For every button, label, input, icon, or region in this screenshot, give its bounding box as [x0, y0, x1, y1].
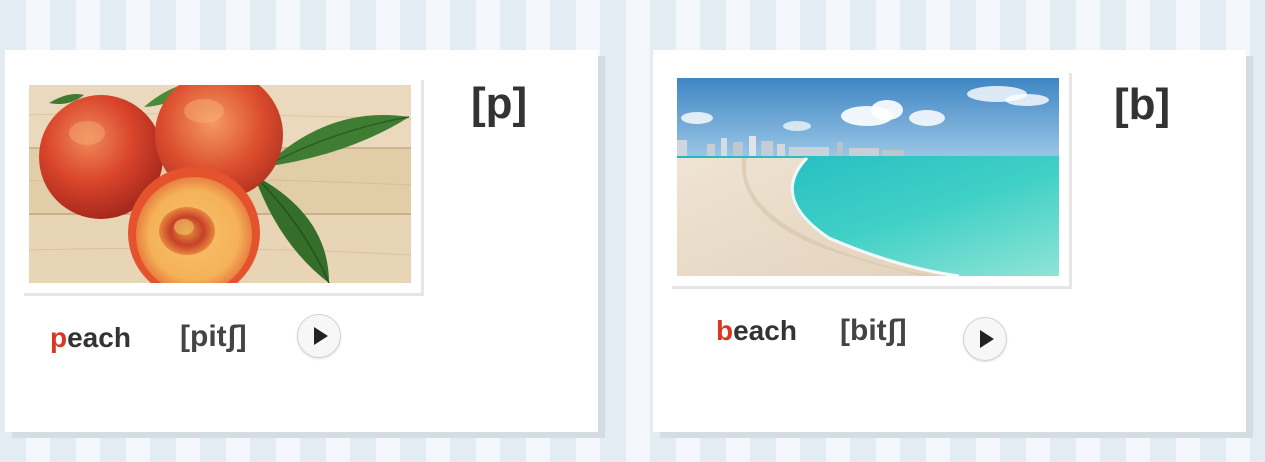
play-audio-button[interactable]: [963, 317, 1007, 361]
phoneme-label: [b]: [1114, 80, 1171, 129]
play-audio-button[interactable]: [297, 314, 341, 358]
word-first-letter: p: [50, 322, 68, 353]
word-first-letter: b: [716, 315, 734, 346]
ipa-transcription: [bitʃ]: [840, 314, 907, 347]
word-label: peach: [50, 324, 131, 352]
phoneme-label: [p]: [471, 79, 528, 128]
photo-frame: [669, 70, 1069, 286]
play-icon: [980, 330, 994, 348]
word-card-peach: [p] peach [pitʃ]: [5, 50, 598, 432]
word-card-beach: [b] beach [bitʃ]: [653, 50, 1246, 432]
photo-frame: [21, 77, 421, 293]
word-rest: each: [67, 322, 131, 353]
ipa-transcription: [pitʃ]: [180, 320, 247, 353]
beach-photo: [677, 78, 1059, 276]
word-label: beach: [716, 317, 797, 345]
word-rest: each: [733, 315, 797, 346]
peach-photo: [29, 85, 411, 283]
play-icon: [314, 327, 328, 345]
